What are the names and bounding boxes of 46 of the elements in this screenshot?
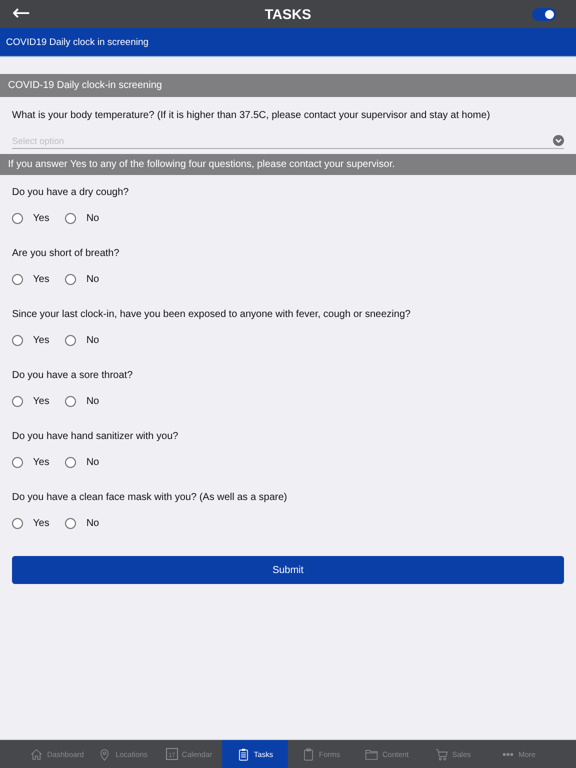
question-label: What is your body temperature? (If it is higher than 37.5C, please contact your supervisor and stay at home) bbox=[11, 109, 492, 123]
radio-button[interactable] bbox=[65, 457, 76, 468]
radio-button[interactable] bbox=[65, 274, 76, 285]
radio-button[interactable] bbox=[12, 213, 23, 224]
radio-option[interactable]: Yes bbox=[12, 335, 50, 346]
radio-option[interactable]: Yes bbox=[12, 274, 50, 285]
radio-button[interactable] bbox=[65, 335, 76, 346]
page-title: TASKS bbox=[264, 6, 312, 22]
radio-option[interactable]: No bbox=[65, 457, 100, 468]
section-title: COVID-19 Daily clock-in screening bbox=[8, 80, 162, 91]
question-label: Are you short of breath? bbox=[12, 248, 120, 261]
clipboard-icon bbox=[302, 748, 315, 760]
radio-button[interactable] bbox=[12, 396, 23, 407]
radio-button[interactable] bbox=[12, 457, 23, 468]
question-label: Do you have hand sanitizer with you? bbox=[12, 431, 180, 444]
cart-icon bbox=[435, 748, 448, 760]
more-dots-icon bbox=[502, 752, 514, 756]
radio-button[interactable] bbox=[12, 274, 23, 285]
radio-option[interactable]: Yes bbox=[12, 396, 50, 407]
radio-button[interactable] bbox=[65, 396, 76, 407]
radio-button[interactable] bbox=[65, 213, 76, 224]
form-title: COVID19 Daily clock in screening bbox=[6, 36, 149, 48]
radio-option[interactable]: Yes bbox=[12, 457, 50, 468]
radio-option[interactable]: No bbox=[65, 396, 100, 407]
radio-option[interactable]: No bbox=[65, 274, 100, 285]
notice-text: If you answer Yes to any of the following four questions, please contact your supervisor. bbox=[8, 159, 395, 170]
question-label: Do you have a sore throat? bbox=[12, 370, 134, 383]
radio-option[interactable]: Yes bbox=[12, 213, 50, 224]
house-icon bbox=[30, 748, 44, 760]
clipboard-icon bbox=[236, 748, 250, 760]
submit-button[interactable]: Submit bbox=[12, 556, 564, 584]
radio-option[interactable]: Yes bbox=[12, 518, 50, 529]
question-label: Do you have a dry cough? bbox=[12, 187, 130, 200]
back-button[interactable]: ← bbox=[8, 0, 34, 28]
radio-button[interactable] bbox=[12, 518, 23, 529]
location-pin-icon bbox=[98, 748, 112, 760]
radio-option[interactable]: No bbox=[65, 213, 100, 224]
chevron-down-icon bbox=[553, 135, 564, 146]
folder-icon bbox=[365, 748, 378, 760]
radio-button[interactable] bbox=[65, 518, 76, 529]
question-label: Do you have a clean face mask with you? (As well as a spare) bbox=[12, 492, 288, 505]
question-label: Since your last clock-in, have you been exposed to anyone with fever, cough or sneezing? bbox=[12, 309, 412, 322]
radio-button[interactable] bbox=[12, 335, 23, 346]
radio-option[interactable]: No bbox=[65, 335, 100, 346]
radio-option[interactable]: No bbox=[65, 518, 100, 529]
toggle-switch[interactable] bbox=[532, 8, 556, 20]
